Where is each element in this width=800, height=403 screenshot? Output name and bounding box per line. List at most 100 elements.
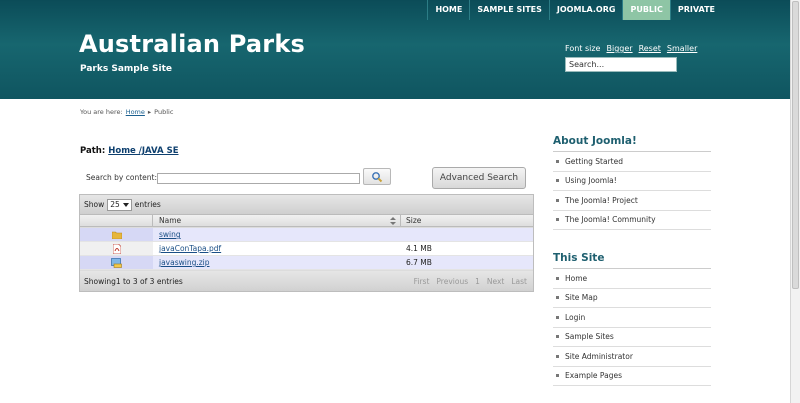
sidebar-item-joomla-project[interactable]: The Joomla! Project [553, 191, 711, 211]
row-name-cell: swing [153, 228, 401, 241]
sidebar-item-label: Login [565, 312, 586, 322]
table-row: javaConTapa.pdf 4.1 MB [80, 242, 533, 256]
sidebar-item-using-joomla[interactable]: Using Joomla! [553, 172, 711, 191]
sort-icon [390, 216, 396, 225]
sidebar-item-sample-sites[interactable]: Sample Sites [553, 328, 711, 347]
breadcrumb-prefix: You are here: [80, 108, 123, 116]
site-subtitle: Parks Sample Site [80, 64, 173, 74]
row-name-cell: javaswing.zip [153, 256, 401, 269]
pdf-icon [112, 243, 121, 254]
sidebar-about-joomla: About Joomla! Getting Started Using Joom… [553, 135, 711, 230]
site-title[interactable]: Australian Parks [79, 30, 305, 58]
sidebar-item-label: Site Map [565, 293, 598, 303]
chevron-down-icon [122, 202, 129, 207]
file-link-swing[interactable]: swing [159, 230, 181, 239]
content-search-button[interactable] [363, 168, 391, 185]
sidebar-item-site-administrator[interactable]: Site Administrator [553, 347, 711, 367]
sidebar-item-label: Home [565, 273, 588, 283]
breadcrumb: You are here: Home ▸ Public [80, 108, 173, 116]
breadcrumb-home-link[interactable]: Home [126, 108, 145, 116]
magnifier-icon [372, 171, 383, 182]
row-size-cell [401, 228, 533, 241]
sidebar-item-home[interactable]: Home [553, 269, 711, 289]
show-label: Show [84, 200, 105, 209]
pager-page-1[interactable]: 1 [475, 277, 480, 286]
advanced-search-button[interactable]: Advanced Search [432, 167, 526, 189]
font-size-label: Font size [565, 44, 601, 53]
sidebar-item-label: Example Pages [565, 371, 622, 381]
nav-item-public[interactable]: PUBLIC [622, 0, 670, 20]
path-heading: Path: Home /JAVA SE [80, 146, 179, 156]
scrollbar-thumb[interactable] [792, 1, 799, 289]
sidebar-item-login[interactable]: Login [553, 308, 711, 328]
font-reset-link[interactable]: Reset [639, 44, 661, 53]
vertical-scrollbar[interactable] [790, 0, 800, 403]
sidebar-this-site: This Site Home Site Map Login Sample Sit… [553, 252, 711, 386]
sidebar-about-title: About Joomla! [553, 135, 711, 152]
nav-item-private[interactable]: PRIVATE [669, 0, 722, 20]
row-name-cell: javaConTapa.pdf [153, 242, 401, 255]
entries-select-value: 25 [110, 200, 120, 209]
sidebar-item-example-pages[interactable]: Example Pages [553, 367, 711, 386]
sidebar-item-label: Using Joomla! [565, 176, 617, 186]
sidebar-item-label: Site Administrator [565, 351, 633, 361]
bullet-icon [556, 159, 559, 163]
sidebar-item-label: Sample Sites [565, 332, 614, 342]
nav-item-joomla-org[interactable]: JOOMLA.ORG [548, 0, 623, 20]
size-column-header[interactable]: Size [401, 215, 533, 226]
top-navigation: HOME SAMPLE SITES JOOMLA.ORG PUBLIC PRIV… [427, 0, 722, 20]
site-search-input[interactable]: Search... [565, 57, 677, 72]
entries-select[interactable]: 25 [107, 198, 132, 211]
icon-column-header[interactable] [80, 215, 153, 226]
bullet-icon [556, 296, 559, 300]
file-link-pdf[interactable]: javaConTapa.pdf [159, 244, 221, 253]
site-header: HOME SAMPLE SITES JOOMLA.ORG PUBLIC PRIV… [0, 0, 790, 99]
name-column-label: Name [159, 216, 182, 225]
pager-last[interactable]: Last [511, 277, 527, 286]
bullet-icon [556, 335, 559, 339]
table-row: javaswing.zip 6.7 MB [80, 256, 533, 270]
table-footer: Showing1 to 3 of 3 entries First Previou… [80, 271, 533, 291]
content-search-label: Search by content: [86, 173, 157, 182]
bullet-icon [556, 198, 559, 202]
sidebar-item-label: Getting Started [565, 156, 623, 166]
entries-label: entries [134, 200, 161, 209]
font-bigger-link[interactable]: Bigger [606, 44, 632, 53]
row-size-cell: 4.1 MB [406, 244, 432, 253]
sidebar-item-joomla-community[interactable]: The Joomla! Community [553, 211, 711, 230]
file-table: Show 25 entries Name Size swing javaConT… [79, 194, 534, 292]
table-length-control: Show 25 entries [80, 195, 533, 214]
breadcrumb-current: Public [154, 108, 174, 116]
bullet-icon [556, 179, 559, 183]
name-column-header[interactable]: Name [153, 215, 401, 226]
sidebar-site-title: This Site [553, 252, 711, 269]
content-search-row: Search by content: [86, 173, 157, 182]
file-link-zip[interactable]: javaswing.zip [159, 258, 210, 267]
row-size-cell: 6.7 MB [406, 258, 432, 267]
nav-item-home[interactable]: HOME [427, 0, 469, 20]
bullet-icon [556, 315, 559, 319]
row-icon-cell [80, 228, 153, 241]
table-body: swing javaConTapa.pdf 4.1 MB javaswing.z… [80, 228, 533, 270]
font-size-controls: Font size Bigger Reset Smaller [565, 44, 697, 53]
bullet-icon [556, 374, 559, 378]
content-search-input[interactable] [157, 173, 360, 184]
pager-first[interactable]: First [414, 277, 430, 286]
bullet-icon [556, 354, 559, 358]
pager-previous[interactable]: Previous [436, 277, 468, 286]
bullet-icon [556, 276, 559, 280]
sidebar-item-getting-started[interactable]: Getting Started [553, 152, 711, 172]
zip-icon [111, 257, 122, 268]
font-smaller-link[interactable]: Smaller [667, 44, 697, 53]
sidebar-item-site-map[interactable]: Site Map [553, 289, 711, 308]
path-link[interactable]: Home /JAVA SE [108, 146, 178, 156]
size-column-label: Size [406, 216, 422, 225]
pager-next[interactable]: Next [487, 277, 504, 286]
row-icon-cell [80, 256, 153, 269]
table-header: Name Size [80, 214, 533, 227]
breadcrumb-separator-icon: ▸ [147, 108, 152, 116]
bullet-icon [556, 218, 559, 222]
pagination: First Previous 1 Next Last [414, 277, 527, 286]
nav-item-sample-sites[interactable]: SAMPLE SITES [469, 0, 549, 20]
sidebar-item-label: The Joomla! Project [565, 195, 638, 205]
